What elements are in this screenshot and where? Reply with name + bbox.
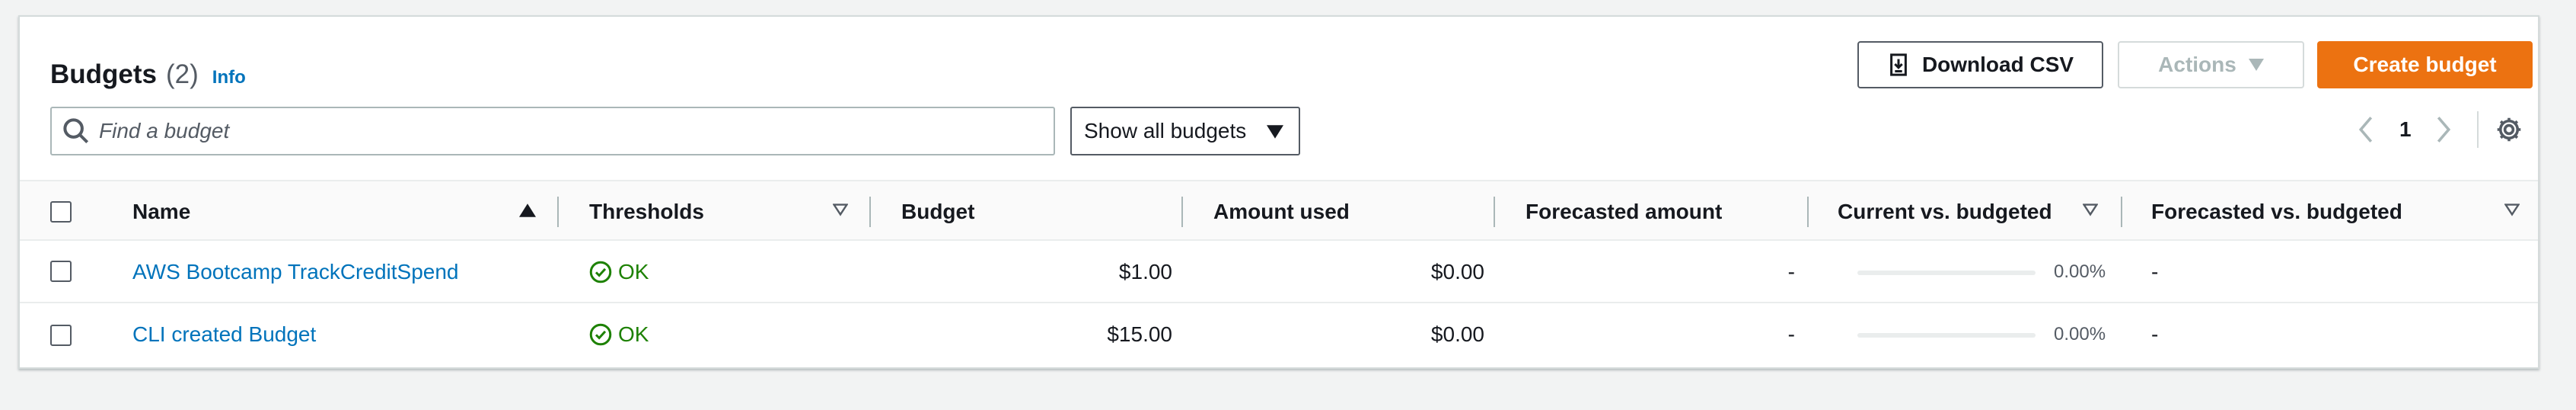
check-circle-icon xyxy=(589,323,612,346)
table-row[interactable]: CLI created Budget OK $15.00 $0.00 - 0.0… xyxy=(20,303,2538,367)
table-header: Name Thresholds Budget Amount used Forec… xyxy=(20,180,2538,241)
column-label: Forecasted amount xyxy=(1526,200,1723,223)
budget-name-link[interactable]: AWS Bootcamp TrackCreditSpend xyxy=(132,260,458,284)
create-budget-label: Create budget xyxy=(2353,53,2497,76)
column-label: Name xyxy=(132,200,191,223)
current-page[interactable]: 1 xyxy=(2399,117,2412,142)
sort-icon[interactable] xyxy=(2504,203,2520,216)
table-row[interactable]: AWS Bootcamp TrackCreditSpend OK $1.00 $… xyxy=(20,241,2538,303)
status-text: OK xyxy=(618,260,649,283)
budget-count: (2) xyxy=(166,59,199,89)
column-header-forecasted-amount: Forecasted amount xyxy=(1526,181,1722,242)
download-icon xyxy=(1890,53,1907,76)
check-circle-icon xyxy=(589,261,612,283)
column-header-name[interactable]: Name xyxy=(132,181,190,242)
column-divider[interactable] xyxy=(1494,197,1495,227)
column-divider[interactable] xyxy=(2121,197,2122,227)
forecasted-vs-budgeted-value: - xyxy=(2151,260,2159,283)
column-divider[interactable] xyxy=(869,197,871,227)
actions-label: Actions xyxy=(2158,53,2236,76)
info-link[interactable]: Info xyxy=(212,67,246,88)
current-vs-budgeted-bar xyxy=(1857,333,2036,338)
budget-filter-select[interactable]: Show all budgets xyxy=(1070,107,1300,155)
column-header-current-vs-budgeted[interactable]: Current vs. budgeted xyxy=(1838,181,2052,242)
amount-used-value: $0.00 xyxy=(1430,322,1484,346)
current-vs-budgeted-bar xyxy=(1857,271,2036,275)
column-header-thresholds[interactable]: Thresholds xyxy=(589,181,704,242)
sort-ascending-icon[interactable] xyxy=(519,203,536,218)
status-badge: OK xyxy=(589,303,649,366)
column-divider[interactable] xyxy=(1807,197,1809,227)
page-header: Budgets (2) Info xyxy=(50,59,246,90)
column-header-budget: Budget xyxy=(901,181,974,242)
column-divider[interactable] xyxy=(1181,197,1183,227)
search-input[interactable] xyxy=(99,119,1012,143)
budget-value: $15.00 xyxy=(1107,322,1172,346)
actions-button[interactable]: Actions xyxy=(2118,41,2304,88)
column-label: Budget xyxy=(901,200,975,223)
divider xyxy=(2477,111,2479,148)
download-csv-label: Download CSV xyxy=(1921,53,2074,76)
budgets-panel: Budgets (2) Info Download CSV Actions Cr… xyxy=(18,15,2539,369)
column-divider[interactable] xyxy=(557,197,559,227)
download-csv-button[interactable]: Download CSV xyxy=(1857,41,2103,88)
current-vs-budgeted-value: 0.00% xyxy=(2054,261,2106,282)
status-text: OK xyxy=(618,322,649,346)
search-box[interactable] xyxy=(50,107,1055,155)
forecasted-amount-value: - xyxy=(1787,260,1795,283)
caret-down-icon xyxy=(2248,59,2264,71)
forecasted-vs-budgeted-value: - xyxy=(2151,322,2159,346)
create-budget-button[interactable]: Create budget xyxy=(2317,41,2533,88)
row-checkbox[interactable] xyxy=(50,261,72,282)
caret-down-icon xyxy=(1267,125,1283,139)
search-icon xyxy=(63,118,89,144)
current-vs-budgeted-value: 0.00% xyxy=(2054,324,2106,344)
column-label: Amount used xyxy=(1213,200,1350,223)
column-label: Current vs. budgeted xyxy=(1838,200,2052,223)
column-header-forecasted-vs-budgeted[interactable]: Forecasted vs. budgeted xyxy=(2151,181,2402,242)
gear-icon[interactable] xyxy=(2495,116,2523,143)
page-title: Budgets xyxy=(50,59,157,89)
status-badge: OK xyxy=(589,241,649,303)
forecasted-amount-value: - xyxy=(1787,322,1795,346)
budget-value: $1.00 xyxy=(1118,260,1172,283)
budget-name-link[interactable]: CLI created Budget xyxy=(132,322,316,347)
column-label: Forecasted vs. budgeted xyxy=(2151,200,2402,223)
sort-icon[interactable] xyxy=(833,203,848,216)
amount-used-value: $0.00 xyxy=(1430,260,1484,283)
chevron-right-icon[interactable] xyxy=(2434,116,2453,143)
budget-filter-value: Show all budgets xyxy=(1084,119,1247,143)
select-all-checkbox[interactable] xyxy=(50,201,72,223)
column-label: Thresholds xyxy=(589,200,704,223)
sort-icon[interactable] xyxy=(2083,203,2098,216)
chevron-left-icon[interactable] xyxy=(2357,116,2375,143)
row-checkbox[interactable] xyxy=(50,325,72,346)
column-header-amount-used: Amount used xyxy=(1213,181,1350,242)
